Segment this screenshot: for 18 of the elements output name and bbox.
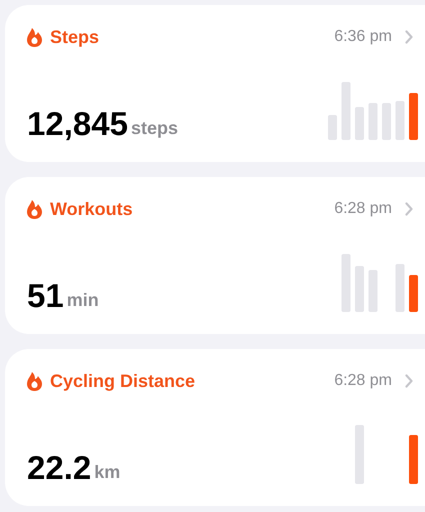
card-title: Cycling Distance [50, 370, 196, 393]
flame-icon [27, 200, 42, 218]
flame-icon [27, 372, 42, 390]
flame-icon [27, 28, 42, 46]
card-title: Steps [50, 26, 100, 49]
chevron-icon[interactable] [405, 374, 413, 388]
chevron-icon[interactable] [405, 202, 413, 216]
card-title: Workouts [50, 198, 133, 220]
time-label: 6:36 pm [334, 27, 392, 47]
unit-label: min [66, 290, 99, 312]
metric-value: 12,845 [27, 107, 128, 140]
chevron-icon[interactable] [405, 30, 413, 44]
unit-label: km [94, 462, 120, 484]
unit-label: steps [130, 118, 178, 140]
time-label: 6:28 pm [334, 199, 392, 219]
time-label: 6:28 pm [334, 371, 392, 391]
metric-value: 22.2 [27, 451, 92, 484]
metric-value: 51 [27, 279, 64, 312]
